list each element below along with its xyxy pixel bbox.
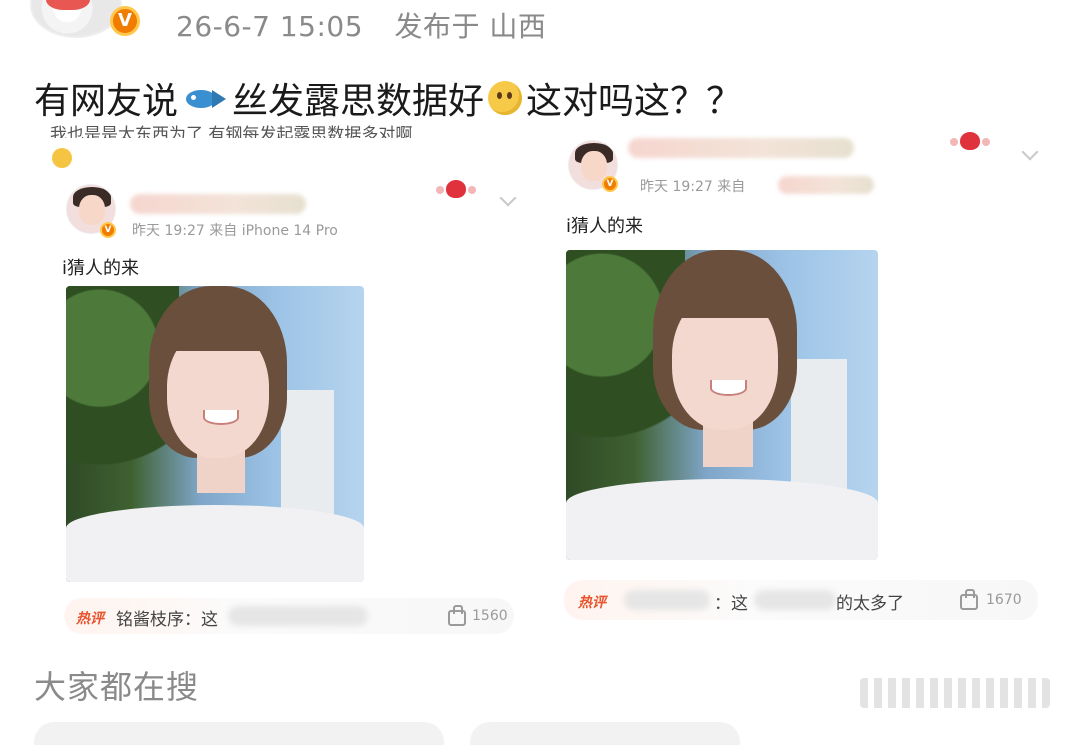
- embedded-screenshot-right[interactable]: V 昨天 19:27 来自 i猜人的来 热评 ：这 的太多了 1670: [548, 120, 1048, 640]
- heart-decoration-icon: [434, 178, 478, 200]
- like-icon[interactable]: [448, 605, 466, 626]
- hot-comment-text-prefix: ：这: [714, 594, 748, 614]
- hot-comment[interactable]: 热评 铭酱枝序：这 1560: [64, 598, 514, 634]
- post-text-part2: 丝发露思数据好: [232, 81, 485, 122]
- blurred-text: [754, 590, 836, 610]
- heart-decoration-icon: [948, 130, 992, 152]
- watermark: [860, 678, 1050, 708]
- card-content: i猜人的来: [566, 216, 644, 237]
- post-text-part3: 这对吗这？？: [526, 81, 743, 122]
- blurred-source: [778, 176, 874, 194]
- card-meta: 昨天 19:27 来自: [640, 179, 746, 195]
- fish-icon: [182, 84, 228, 112]
- post-photo[interactable]: [66, 286, 364, 582]
- blurred-text: [228, 606, 368, 626]
- chevron-down-icon[interactable]: [499, 189, 517, 207]
- cut-off-text: 我也是是太东西为了 有钢每发起露思数据多对啊: [50, 125, 413, 138]
- hot-comment-label: 热评: [76, 611, 104, 627]
- card-content: i猜人的来: [62, 258, 140, 279]
- avatar-decoration: [46, 0, 90, 10]
- like-count: 1560: [472, 608, 508, 624]
- blurred-username: [624, 590, 710, 610]
- hot-comment-label: 热评: [578, 595, 606, 611]
- post-photo[interactable]: [566, 250, 878, 560]
- like-icon[interactable]: [960, 589, 978, 610]
- verified-badge: V: [110, 6, 140, 36]
- chevron-down-icon[interactable]: [1021, 143, 1039, 161]
- like-count: 1670: [986, 592, 1022, 608]
- hot-comment-text-suffix: 的太多了: [836, 594, 904, 614]
- post-date: 26-6-7 15:05: [176, 10, 364, 43]
- thinking-face-icon: [488, 81, 523, 115]
- author-avatar[interactable]: [30, 0, 122, 38]
- verified-icon: V: [100, 222, 116, 238]
- post-location: 发布于 山西: [394, 10, 547, 43]
- hot-comment-text: 铭酱枝序：这: [116, 610, 218, 630]
- post-text: 有网友说 丝发露思数据好 这对吗这？？: [34, 72, 742, 124]
- blurred-username: [130, 194, 306, 214]
- verified-icon: V: [602, 176, 618, 192]
- search-suggestion-pill[interactable]: [34, 722, 444, 745]
- card-meta: 昨天 19:27 来自 iPhone 14 Pro: [132, 223, 338, 239]
- blurred-username: [628, 138, 854, 158]
- sob-emoji-icon: [52, 148, 72, 168]
- trending-search-title: 大家都在搜: [34, 668, 200, 706]
- embedded-screenshot-left[interactable]: 我也是是太东西为了 有钢每发起露思数据多对啊 V 昨天 19:27 来自 iPh…: [38, 120, 530, 640]
- post-text-part1: 有网友说: [34, 81, 179, 122]
- post-meta: 26-6-7 15:05 发布于 山西: [176, 5, 546, 45]
- hot-comment[interactable]: 热评 ：这 的太多了 1670: [564, 580, 1038, 620]
- search-suggestion-pill[interactable]: [470, 722, 740, 745]
